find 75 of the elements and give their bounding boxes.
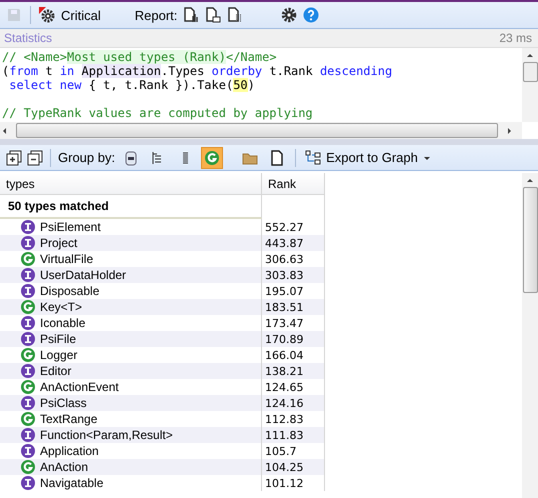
rank-value: 443.87 <box>265 236 304 250</box>
column-header[interactable]: types <box>0 173 262 195</box>
rank-value: 166.04 <box>265 348 304 362</box>
file-icon <box>269 150 286 166</box>
interface-icon <box>20 427 36 443</box>
class-icon <box>20 411 36 427</box>
rank-value: 138.21 <box>265 364 304 378</box>
panel-title: Statistics <box>4 31 52 45</box>
type-name[interactable]: PsiClass <box>40 396 87 410</box>
gear-icon[interactable] <box>39 7 55 23</box>
interface-icon <box>20 475 36 491</box>
rank-value: 183.51 <box>265 300 304 314</box>
type-name[interactable]: AnActionEvent <box>40 380 119 394</box>
settings-icon[interactable] <box>281 7 298 23</box>
rank-value: 173.47 <box>265 316 304 330</box>
type-name[interactable]: Iconable <box>40 316 86 330</box>
class-icon <box>20 379 36 395</box>
chart-report-icon[interactable] <box>183 7 200 23</box>
rank-value: 195.07 <box>265 284 304 298</box>
rank-value: 306.63 <box>265 252 304 266</box>
type-name[interactable]: VirtualFile <box>40 252 94 266</box>
interface-icon <box>20 315 36 331</box>
class-icon <box>20 251 36 267</box>
rank-value: 105.7 <box>265 444 296 458</box>
rank-value: 170.89 <box>265 332 304 346</box>
rank-value: 112.83 <box>265 412 304 426</box>
type-name[interactable]: Logger <box>40 348 78 362</box>
results-summary: 50 types matched <box>0 195 262 219</box>
expand-all-icon[interactable] <box>6 150 22 166</box>
rank-value: 104.25 <box>265 460 304 474</box>
interface-icon <box>20 331 36 347</box>
query-editor[interactable]: // <Name>Most used types (Rank)</Name> (from t in Application.Types orderby t.Rank descending select new { t, t.Rank }).Take(50) // TypeRank values are computed by applying <box>0 48 522 122</box>
type-name[interactable]: Application <box>40 444 99 458</box>
type-name[interactable]: Disposable <box>40 284 100 298</box>
report-label: Report: <box>134 8 178 22</box>
type-icon <box>204 150 220 166</box>
assembly-icon <box>123 150 140 166</box>
type-name[interactable]: Key<T> <box>40 300 82 314</box>
interface-icon <box>20 443 36 459</box>
type-name[interactable]: AnAction <box>40 460 88 474</box>
vertical-scrollbar[interactable] <box>522 48 538 122</box>
interface-icon <box>20 283 36 299</box>
type-name[interactable]: Project <box>40 236 78 250</box>
column-header[interactable]: Rank <box>262 173 325 195</box>
horizontal-scrollbar[interactable] <box>0 122 522 139</box>
rank-value: 552.27 <box>265 220 304 234</box>
class-icon <box>20 459 36 475</box>
interface-icon <box>20 235 36 251</box>
type-name[interactable]: PsiElement <box>40 220 101 234</box>
rank-value: 101.12 <box>265 476 304 490</box>
rank-value: 303.83 <box>265 268 304 282</box>
collapse-all-icon[interactable] <box>27 150 43 166</box>
document-report-icon[interactable] <box>205 7 222 23</box>
interface-icon <box>20 395 36 411</box>
elapsed-time: 23 ms <box>499 31 532 45</box>
interface-icon <box>20 219 36 235</box>
export-to-graph-button[interactable]: Export to Graph <box>303 150 433 166</box>
critical-label[interactable]: Critical <box>61 8 101 22</box>
type-name[interactable]: TextRange <box>40 412 98 426</box>
graph-icon <box>305 150 322 166</box>
interface-icon <box>20 267 36 283</box>
interface-icon <box>20 363 36 379</box>
group-by-type-toggle[interactable] <box>201 146 224 168</box>
rank-value: 124.65 <box>265 380 304 394</box>
help-icon[interactable] <box>303 7 320 23</box>
type-name[interactable]: Navigatable <box>40 476 104 490</box>
rank-value: 111.83 <box>265 428 304 442</box>
rank-value: 124.16 <box>265 396 304 410</box>
group-by-label: Group by: <box>58 150 116 165</box>
vertical-scrollbar[interactable] <box>522 173 538 498</box>
table-report-icon[interactable] <box>227 7 244 23</box>
type-name[interactable]: Editor <box>40 364 72 378</box>
class-icon <box>20 299 36 315</box>
class-icon <box>20 347 36 363</box>
type-name[interactable]: PsiFile <box>40 332 76 346</box>
